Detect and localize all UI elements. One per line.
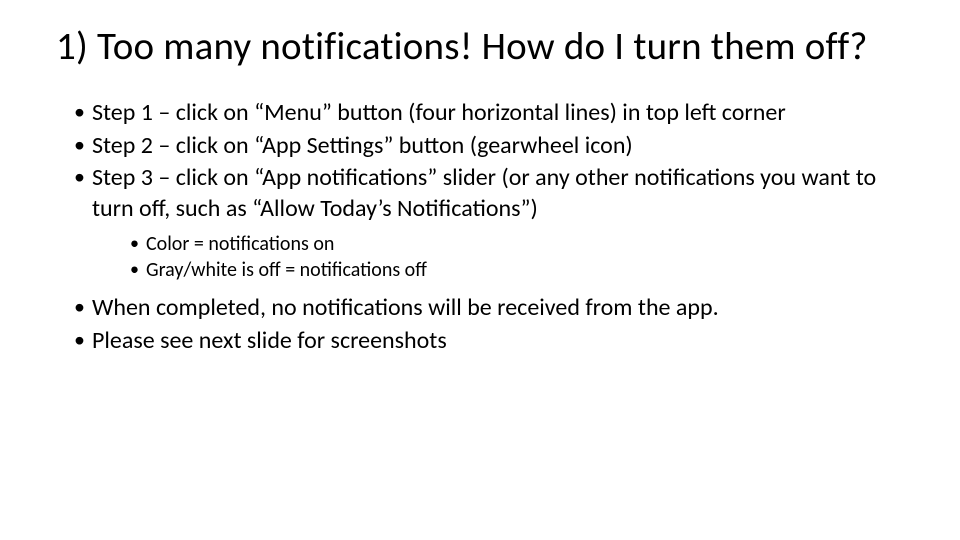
bullet-next-slide: Please see next slide for screenshots [74,326,904,357]
slide: 1) Too many notifications! How do I turn… [0,0,960,540]
sub-bullet-list: Color = notifications on Gray/white is o… [92,231,904,283]
sub-bullet-color-on: Color = notifications on [130,231,904,257]
sub-bullet-gray-off: Gray/white is off = notifications off [130,257,904,283]
bullet-list: Step 1 – click on “Menu” button (four ho… [56,98,904,356]
bullet-step-3: Step 3 – click on “App notifications” sl… [74,163,904,282]
bullet-step-1: Step 1 – click on “Menu” button (four ho… [74,98,904,129]
bullet-step-2: Step 2 – click on “App Settings” button … [74,131,904,162]
bullet-step-3-text: Step 3 – click on “App notifications” sl… [92,163,876,223]
slide-title: 1) Too many notifications! How do I turn… [56,24,904,70]
bullet-completed: When completed, no notifications will be… [74,293,904,324]
